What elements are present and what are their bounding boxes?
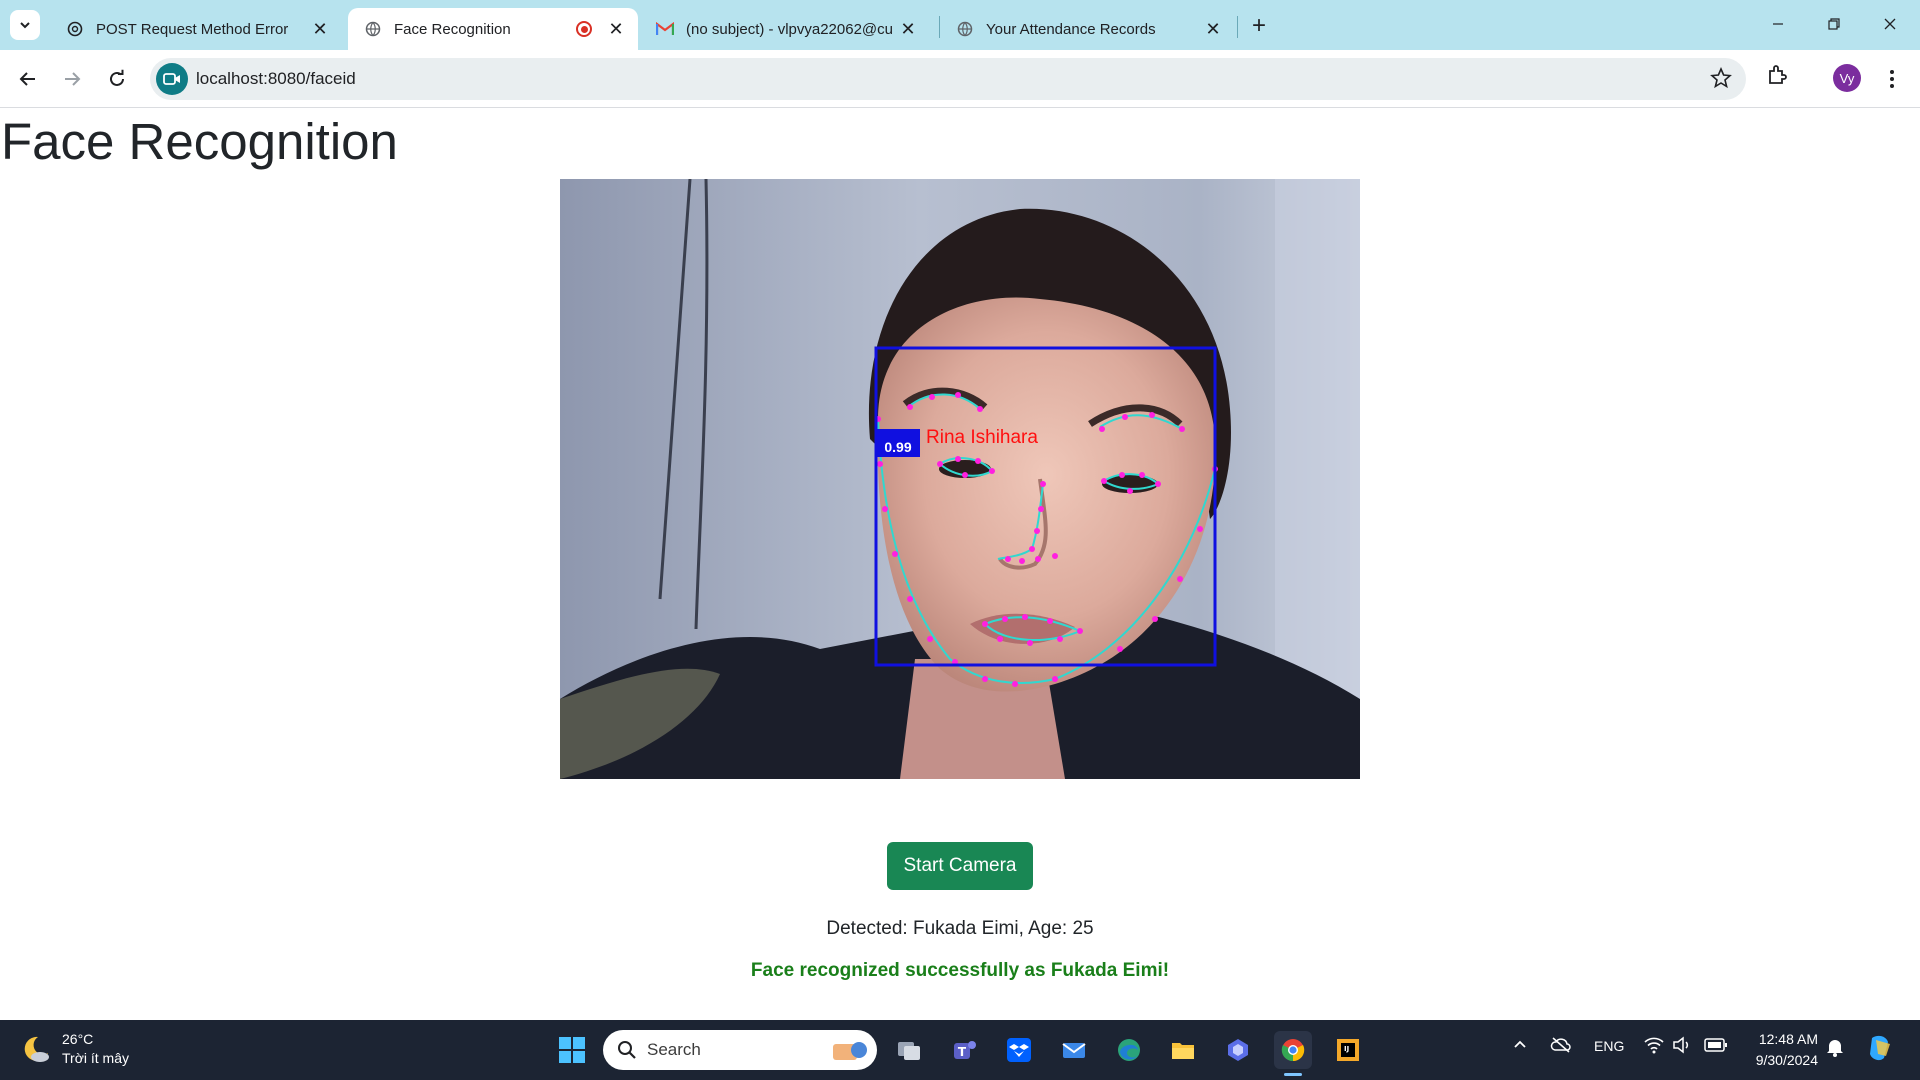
dropbox-icon[interactable] xyxy=(1000,1031,1038,1069)
close-window-button[interactable] xyxy=(1862,0,1918,48)
tab-title: Face Recognition xyxy=(394,20,511,38)
openai-icon xyxy=(66,20,84,38)
language-indicator[interactable]: ENG xyxy=(1594,1038,1624,1054)
arrow-left-icon xyxy=(19,72,35,86)
reload-icon xyxy=(110,69,124,86)
windows-taskbar: 26°C Trời ít mây Search T IJ ENG 12:48 A… xyxy=(0,1020,1920,1080)
minimize-icon xyxy=(1773,23,1783,25)
system-clock[interactable]: 12:48 AM 9/30/2024 xyxy=(1744,1029,1818,1071)
tab-close-icon[interactable]: ✕ xyxy=(310,19,330,39)
recording-icon xyxy=(576,21,592,37)
moon-cloud-icon xyxy=(24,1036,49,1062)
camera-feed xyxy=(560,179,1360,779)
restore-button[interactable] xyxy=(1806,0,1862,48)
url-text[interactable]: localhost:8080/faceid xyxy=(196,69,356,89)
onedrive-offline-icon[interactable] xyxy=(1550,1036,1572,1057)
tab-post-request-error[interactable]: POST Request Method Error ✕ xyxy=(50,8,342,50)
tab-separator xyxy=(1237,16,1238,38)
weather-temp: 26°C xyxy=(62,1031,94,1047)
battery-icon[interactable] xyxy=(1704,1037,1728,1056)
tab-close-icon[interactable]: ✕ xyxy=(1203,19,1223,39)
taskbar-search[interactable]: Search xyxy=(603,1030,877,1070)
page-title: Face Recognition xyxy=(1,113,398,170)
active-app-indicator xyxy=(1284,1073,1302,1076)
tab-title: Your Attendance Records xyxy=(986,20,1156,38)
address-bar[interactable]: localhost:8080/faceid xyxy=(150,58,1746,100)
minimize-button[interactable] xyxy=(1750,0,1806,48)
wifi-icon[interactable] xyxy=(1644,1036,1664,1057)
tab-title: POST Request Method Error xyxy=(96,20,289,38)
tab-strip: POST Request Method Error ✕ Face Recogni… xyxy=(0,0,1920,50)
tab-search-button[interactable] xyxy=(10,10,40,40)
tab-close-icon[interactable]: ✕ xyxy=(898,19,918,39)
tab-close-icon[interactable]: ✕ xyxy=(606,19,626,39)
globe-icon xyxy=(956,20,974,38)
new-tab-button[interactable]: + xyxy=(1245,12,1273,40)
extensions-icon[interactable] xyxy=(1765,63,1789,92)
detected-text: Detected: Fukada Eimi, Age: 25 xyxy=(826,918,1094,939)
search-label: Search xyxy=(647,1040,701,1059)
edge-icon[interactable] xyxy=(1110,1031,1148,1069)
tab-attendance-records[interactable]: Your Attendance Records ✕ xyxy=(940,8,1235,50)
svg-text:IJ: IJ xyxy=(1344,1045,1349,1053)
restore-icon xyxy=(1828,18,1840,30)
plus-icon: + xyxy=(1251,12,1266,39)
svg-text:T: T xyxy=(958,1045,967,1059)
tab-gmail[interactable]: (no subject) - vlpvya22062@cu ✕ xyxy=(640,8,930,50)
search-highlight-icon xyxy=(833,1042,867,1060)
globe-icon xyxy=(364,20,382,38)
page-content: Face Recognition 0.99 Rina Ishihara Star… xyxy=(0,109,1920,1020)
mail-icon[interactable] xyxy=(1055,1031,1093,1069)
browser-toolbar: localhost:8080/faceid Vy xyxy=(0,50,1920,108)
tab-title: (no subject) - vlpvya22062@cu xyxy=(686,20,893,38)
start-camera-button[interactable]: Start Camera xyxy=(887,842,1033,890)
gmail-icon xyxy=(656,20,674,38)
copilot-icon[interactable] xyxy=(1219,1031,1257,1069)
confidence-badge: 0.99 xyxy=(876,429,920,457)
clock-time: 12:48 AM xyxy=(1758,1031,1818,1047)
file-explorer-icon[interactable] xyxy=(1164,1031,1202,1069)
face-name-label: Rina Ishihara xyxy=(926,427,1038,448)
more-menu-icon[interactable] xyxy=(1880,64,1904,94)
reload-button[interactable] xyxy=(101,63,133,95)
search-icon xyxy=(618,1041,636,1059)
close-icon xyxy=(1884,18,1896,30)
arrow-right-icon xyxy=(65,72,81,86)
teams-icon[interactable]: T xyxy=(945,1031,983,1069)
profile-avatar[interactable]: Vy xyxy=(1833,64,1861,92)
bookmark-star-icon[interactable] xyxy=(1710,66,1732,94)
copilot-preview-icon[interactable] xyxy=(1864,1032,1896,1067)
chevron-down-icon xyxy=(20,22,30,29)
notification-bell-icon[interactable] xyxy=(1826,1037,1844,1060)
weather-widget[interactable]: 26°C Trời ít mây xyxy=(20,1030,129,1068)
volume-icon[interactable] xyxy=(1672,1036,1692,1057)
success-message: Face recognized successfully as Fukada E… xyxy=(750,960,1170,981)
windows-start-icon[interactable] xyxy=(553,1031,591,1069)
chevron-up-icon[interactable] xyxy=(1512,1036,1528,1055)
camera-in-use-icon[interactable] xyxy=(156,63,188,95)
intellij-icon[interactable]: IJ xyxy=(1329,1031,1367,1069)
tab-face-recognition[interactable]: Face Recognition ✕ xyxy=(348,8,638,50)
clock-date: 9/30/2024 xyxy=(1755,1052,1818,1068)
chrome-icon[interactable] xyxy=(1274,1031,1312,1069)
forward-button[interactable] xyxy=(56,63,88,95)
weather-desc: Trời ít mây xyxy=(62,1050,129,1066)
back-button[interactable] xyxy=(12,63,44,95)
task-view-icon[interactable] xyxy=(890,1031,928,1069)
